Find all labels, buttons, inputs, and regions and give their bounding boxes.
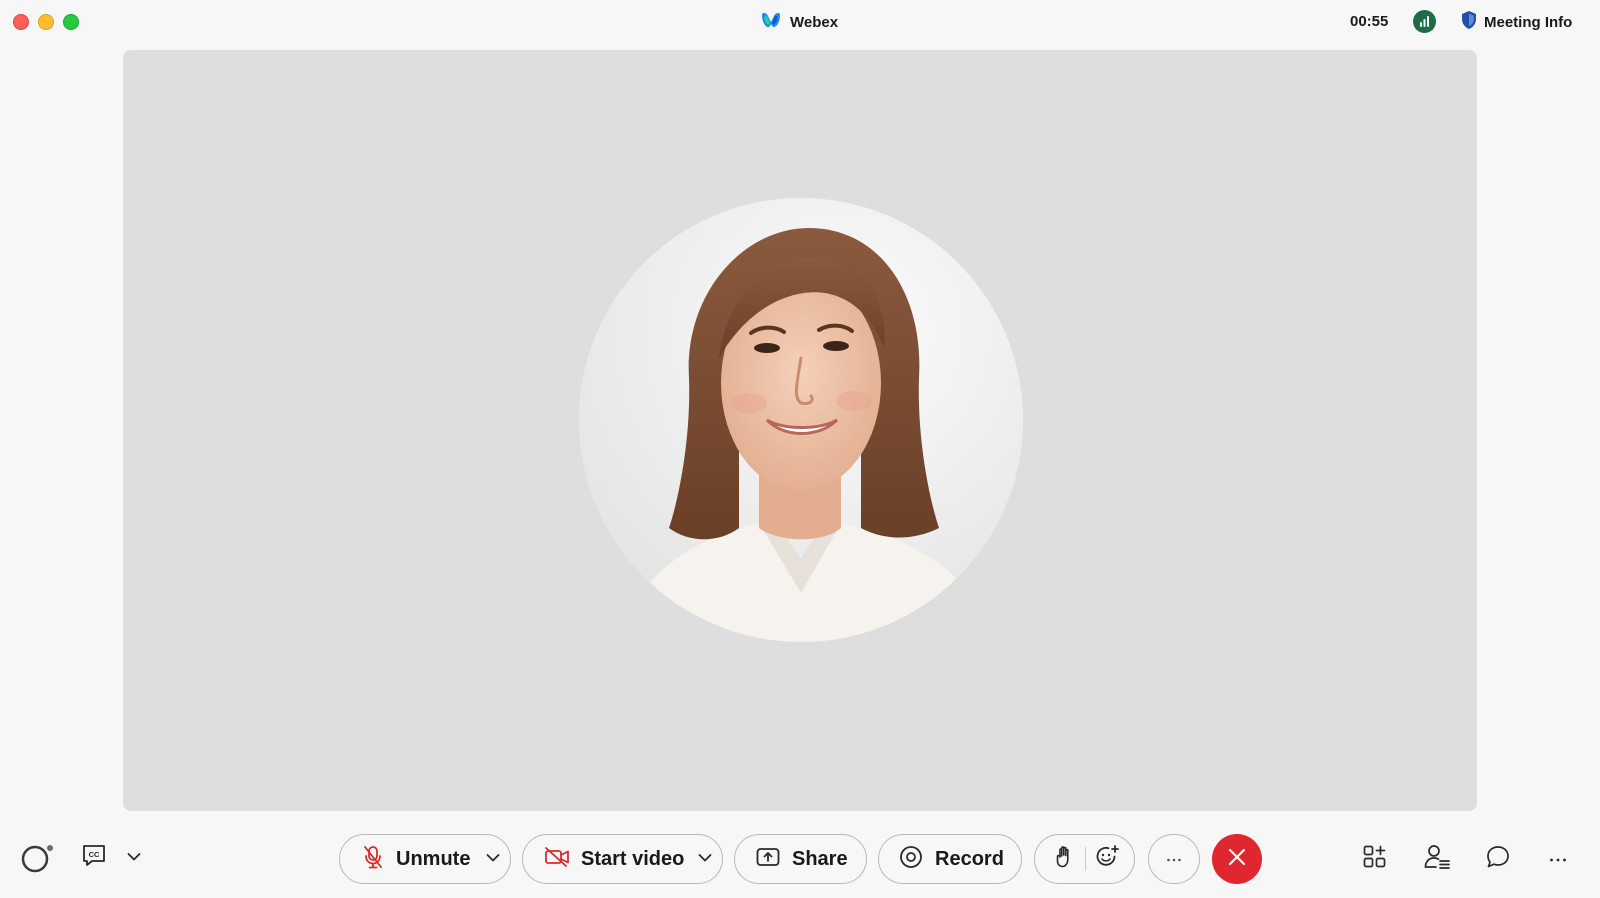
meeting-controls-bar: CC Unmute Start video Share Record [0,818,1600,898]
apps-icon [1362,844,1388,875]
more-options-button[interactable] [1148,834,1200,884]
start-video-button[interactable]: Start video [523,835,684,883]
meeting-timer: 00:55 [1350,13,1389,30]
video-options-dropdown[interactable] [698,835,712,883]
raise-hand-icon [1054,845,1074,874]
title-bar: Webex 00:55 Meeting Info [0,0,1600,44]
participants-icon [1423,844,1451,875]
more-icon [1549,850,1567,868]
record-button[interactable]: Record [878,834,1022,884]
audio-options-dropdown[interactable] [486,835,500,883]
close-window-button[interactable] [13,14,29,30]
group-divider [1085,847,1086,871]
share-button[interactable]: Share [734,834,867,884]
raise-hand-button[interactable] [1047,835,1081,883]
webex-logo-icon [760,11,782,34]
chevron-down-icon [127,849,141,867]
meeting-info-button[interactable]: Meeting Info [1461,10,1573,35]
end-call-icon [1227,847,1247,872]
ai-assistant-button[interactable] [18,842,58,878]
app-title: Webex [760,11,838,33]
chat-icon [1485,844,1511,875]
app-name: Webex [790,13,839,31]
minimize-window-button[interactable] [38,14,54,30]
start-video-label: Start video [581,847,685,870]
signal-strength-icon[interactable] [1413,10,1436,33]
maximize-window-button[interactable] [63,14,79,30]
reactions-icon [1095,844,1121,875]
more-panels-button[interactable] [1541,844,1575,874]
ai-assistant-icon [19,842,57,879]
chevron-down-icon [698,850,712,868]
participant-avatar[interactable] [579,198,1023,642]
video-stage [123,50,1477,811]
chat-button[interactable] [1481,842,1515,876]
apps-button[interactable] [1358,842,1392,876]
hand-and-reactions-group [1034,834,1135,884]
svg-text:CC: CC [89,850,100,859]
microphone-muted-icon [362,845,384,874]
record-label: Record [935,847,1004,870]
unmute-button[interactable]: Unmute [340,835,470,883]
shield-icon [1461,10,1477,35]
start-video-control: Start video [522,834,723,884]
captions-button[interactable]: CC [78,842,110,874]
share-label: Share [792,847,848,870]
unmute-control: Unmute [339,834,511,884]
captions-icon: CC [81,844,107,873]
end-call-button[interactable] [1212,834,1262,884]
record-icon [899,845,923,874]
more-icon [1166,850,1182,868]
captions-options-dropdown[interactable] [122,846,146,870]
participants-button[interactable] [1420,842,1454,876]
share-screen-icon [756,847,780,872]
camera-off-icon [544,846,570,873]
reactions-button[interactable] [1091,835,1125,883]
meeting-info-label: Meeting Info [1484,13,1573,31]
chevron-down-icon [486,850,500,868]
unmute-label: Unmute [396,847,471,870]
